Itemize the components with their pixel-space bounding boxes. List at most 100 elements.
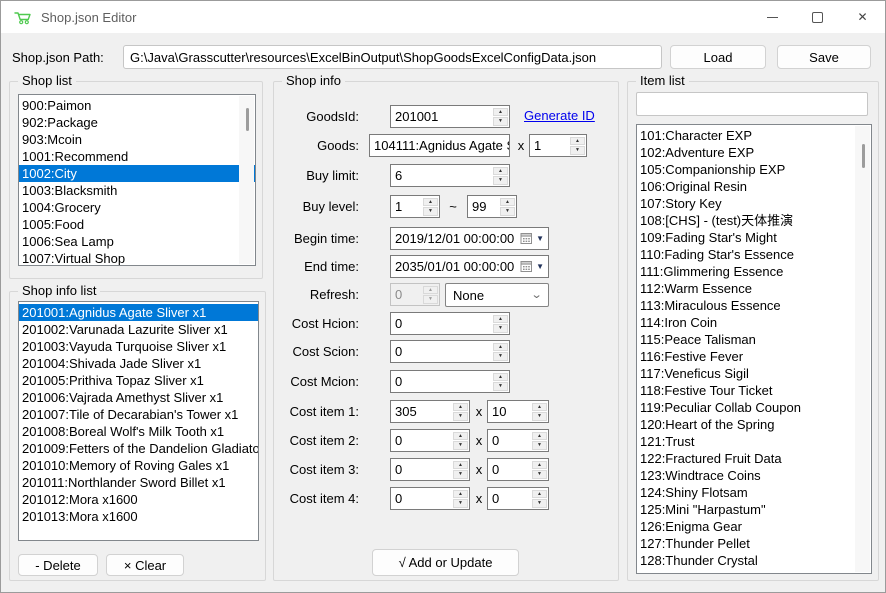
date-dropdown-icon[interactable]: ▼ — [536, 234, 544, 243]
list-item[interactable]: 201009:Fetters of the Dandelion Gladiato — [19, 440, 258, 457]
cost-item-4-id-spinner[interactable]: 0 ▲▼ — [390, 487, 470, 510]
list-item[interactable]: 106:Original Resin — [637, 178, 871, 195]
spin-up-icon[interactable]: ▲ — [493, 373, 508, 382]
cost-item-2-count-spinner[interactable]: 0 ▲▼ — [487, 429, 549, 452]
list-item[interactable]: 126:Enigma Gear — [637, 518, 871, 535]
delete-button[interactable]: - Delete — [18, 554, 98, 576]
buy-limit-spinner[interactable]: 6 ▲▼ — [390, 164, 510, 187]
spin-up-icon[interactable]: ▲ — [532, 461, 547, 470]
goods-input[interactable]: 104111:Agnidus Agate S — [369, 134, 510, 157]
refresh-mode-dropdown[interactable]: None ⌄ — [445, 283, 549, 307]
item-list-scrollbar[interactable] — [855, 126, 870, 572]
list-item[interactable]: 201008:Boreal Wolf's Milk Tooth x1 — [19, 423, 258, 440]
list-item[interactable]: 201010:Memory of Roving Gales x1 — [19, 457, 258, 474]
cost-item-3-id-spinner[interactable]: 0 ▲▼ — [390, 458, 470, 481]
scrollbar-thumb[interactable] — [246, 108, 249, 131]
list-item[interactable]: 107:Story Key — [637, 195, 871, 212]
spin-up-icon[interactable]: ▲ — [493, 315, 508, 324]
list-item[interactable]: 201007:Tile of Decarabian's Tower x1 — [19, 406, 258, 423]
buy-level-max-spinner[interactable]: 99 ▲▼ — [467, 195, 517, 218]
cost-item-1-count-spinner[interactable]: 10 ▲▼ — [487, 400, 549, 423]
clear-button[interactable]: × Clear — [106, 554, 184, 576]
goods-count-spinner[interactable]: 1 ▲▼ — [529, 134, 587, 157]
spin-up-icon[interactable]: ▲ — [493, 167, 508, 176]
list-item[interactable]: 125:Mini "Harpastum" — [637, 501, 871, 518]
spin-down-icon[interactable]: ▼ — [453, 412, 468, 421]
list-item[interactable]: 201004:Shivada Jade Sliver x1 — [19, 355, 258, 372]
list-item[interactable]: 902:Package — [19, 114, 255, 131]
list-item[interactable]: 105:Companionship EXP — [637, 161, 871, 178]
list-item[interactable]: 101:Character EXP — [637, 127, 871, 144]
spin-down-icon[interactable]: ▼ — [493, 324, 508, 333]
list-item[interactable]: 1003:Blacksmith — [19, 182, 255, 199]
list-item[interactable]: 115:Peace Talisman — [637, 331, 871, 348]
spin-up-icon[interactable]: ▲ — [532, 403, 547, 412]
list-item[interactable]: 1006:Sea Lamp — [19, 233, 255, 250]
spin-down-icon[interactable]: ▼ — [453, 470, 468, 479]
spin-down-icon[interactable]: ▼ — [532, 412, 547, 421]
list-item[interactable]: 903:Mcoin — [19, 131, 255, 148]
list-item[interactable]: 122:Fractured Fruit Data — [637, 450, 871, 467]
cost-item-1-id-spinner[interactable]: 305 ▲▼ — [390, 400, 470, 423]
list-item[interactable]: 112:Warm Essence — [637, 280, 871, 297]
spin-up-icon[interactable]: ▲ — [532, 490, 547, 499]
list-item[interactable]: 114:Iron Coin — [637, 314, 871, 331]
load-button[interactable]: Load — [670, 45, 766, 69]
spin-up-icon[interactable]: ▲ — [453, 403, 468, 412]
list-item[interactable]: 1002:City — [19, 165, 255, 182]
spin-down-icon[interactable]: ▼ — [423, 207, 438, 216]
list-item[interactable]: 127:Thunder Pellet — [637, 535, 871, 552]
list-item[interactable]: 201005:Prithiva Topaz Sliver x1 — [19, 372, 258, 389]
cost-hcion-spinner[interactable]: 0 ▲▼ — [390, 312, 510, 335]
generate-id-link[interactable]: Generate ID — [524, 108, 595, 123]
cost-mcion-spinner[interactable]: 0 ▲▼ — [390, 370, 510, 393]
list-item[interactable]: 123:Windtrace Coins — [637, 467, 871, 484]
shop-listbox[interactable]: 900:Paimon902:Package903:Mcoin1001:Recom… — [18, 94, 256, 266]
spin-up-icon[interactable]: ▲ — [453, 461, 468, 470]
spin-up-icon[interactable]: ▲ — [493, 343, 508, 352]
spin-down-icon[interactable]: ▼ — [500, 207, 515, 216]
cost-item-2-id-spinner[interactable]: 0 ▲▼ — [390, 429, 470, 452]
path-input[interactable] — [123, 45, 662, 69]
end-time-picker[interactable]: 2035/01/01 00:00:00 ▼ — [390, 255, 549, 278]
spin-down-icon[interactable]: ▼ — [493, 382, 508, 391]
begin-time-picker[interactable]: 2019/12/01 00:00:00 ▼ — [390, 227, 549, 250]
list-item[interactable]: 109:Fading Star's Might — [637, 229, 871, 246]
list-item[interactable]: 128:Thunder Crystal — [637, 552, 871, 569]
spin-down-icon[interactable]: ▼ — [493, 117, 508, 126]
list-item[interactable]: 111:Glimmering Essence — [637, 263, 871, 280]
list-item[interactable]: 201003:Vayuda Turquoise Sliver x1 — [19, 338, 258, 355]
spin-down-icon[interactable]: ▼ — [532, 470, 547, 479]
date-dropdown-icon[interactable]: ▼ — [536, 262, 544, 271]
spin-up-icon[interactable]: ▲ — [453, 490, 468, 499]
list-item[interactable]: 1007:Virtual Shop — [19, 250, 255, 266]
minimize-button[interactable] — [750, 1, 795, 33]
list-item[interactable]: 116:Festive Fever — [637, 348, 871, 365]
cost-scion-spinner[interactable]: 0 ▲▼ — [390, 340, 510, 363]
list-item[interactable]: 119:Peculiar Collab Coupon — [637, 399, 871, 416]
cost-item-3-count-spinner[interactable]: 0 ▲▼ — [487, 458, 549, 481]
spin-up-icon[interactable]: ▲ — [453, 432, 468, 441]
cost-item-4-count-spinner[interactable]: 0 ▲▼ — [487, 487, 549, 510]
list-item[interactable]: 201001:Agnidus Agate Sliver x1 — [19, 304, 258, 321]
shop-info-listbox[interactable]: 201001:Agnidus Agate Sliver x1201002:Var… — [18, 301, 259, 541]
list-item[interactable]: 117:Veneficus Sigil — [637, 365, 871, 382]
goodsid-spinner[interactable]: 201001 ▲▼ — [390, 105, 510, 128]
list-item[interactable]: 121:Trust — [637, 433, 871, 450]
maximize-button[interactable] — [795, 1, 840, 33]
list-item[interactable]: 113:Miraculous Essence — [637, 297, 871, 314]
list-item[interactable]: 900:Paimon — [19, 97, 255, 114]
list-item[interactable]: 120:Heart of the Spring — [637, 416, 871, 433]
spin-down-icon[interactable]: ▼ — [532, 441, 547, 450]
spin-up-icon[interactable]: ▲ — [570, 137, 585, 146]
spin-down-icon[interactable]: ▼ — [493, 176, 508, 185]
list-item[interactable]: 1004:Grocery — [19, 199, 255, 216]
close-button[interactable]: ✕ — [840, 1, 885, 33]
list-item[interactable]: 201002:Varunada Lazurite Sliver x1 — [19, 321, 258, 338]
spin-down-icon[interactable]: ▼ — [493, 352, 508, 361]
buy-level-min-spinner[interactable]: 1 ▲▼ — [390, 195, 440, 218]
add-or-update-button[interactable]: √ Add or Update — [372, 549, 519, 576]
list-item[interactable]: 201013:Mora x1600 — [19, 508, 258, 525]
item-listbox[interactable]: 101:Character EXP102:Adventure EXP105:Co… — [636, 124, 872, 574]
list-item[interactable]: 118:Festive Tour Ticket — [637, 382, 871, 399]
